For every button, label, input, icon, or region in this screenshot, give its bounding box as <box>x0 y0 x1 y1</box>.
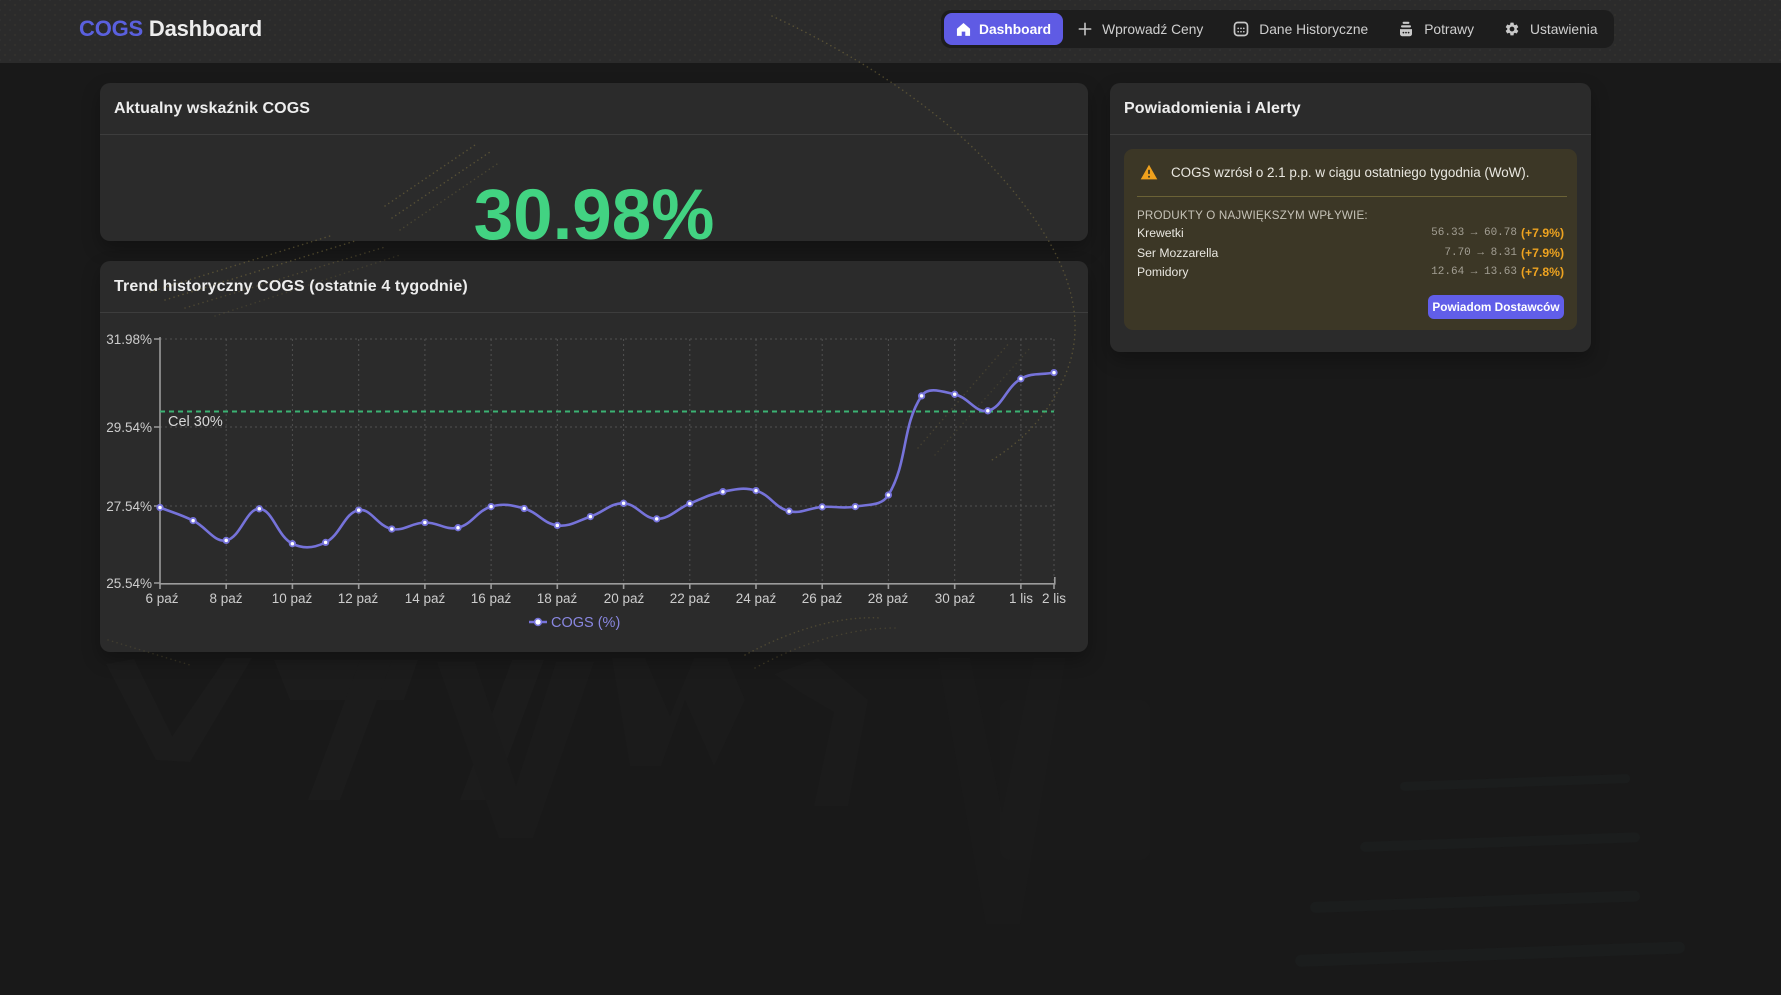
svg-text:30 paź: 30 paź <box>935 591 976 606</box>
svg-text:1 lis: 1 lis <box>1009 591 1033 606</box>
svg-text:25.54%: 25.54% <box>106 576 152 591</box>
svg-text:10 paź: 10 paź <box>272 591 313 606</box>
svg-text:12 paź: 12 paź <box>338 591 379 606</box>
svg-text:28 paź: 28 paź <box>868 591 909 606</box>
svg-text:24 paź: 24 paź <box>736 591 777 606</box>
svg-text:31.98%: 31.98% <box>106 332 152 347</box>
svg-text:16 paź: 16 paź <box>471 591 512 606</box>
svg-text:27.54%: 27.54% <box>106 499 152 514</box>
svg-text:18 paź: 18 paź <box>537 591 578 606</box>
svg-text:22 paź: 22 paź <box>670 591 711 606</box>
svg-text:Cel 30%: Cel 30% <box>168 414 223 430</box>
svg-text:26 paź: 26 paź <box>802 591 843 606</box>
svg-text:2 lis: 2 lis <box>1042 591 1066 606</box>
svg-text:20 paź: 20 paź <box>604 591 645 606</box>
svg-text:29.54%: 29.54% <box>106 420 152 435</box>
svg-text:8 paź: 8 paź <box>209 591 242 606</box>
svg-text:14 paź: 14 paź <box>405 591 446 606</box>
svg-text:COGS (%): COGS (%) <box>551 615 620 631</box>
svg-text:6 paź: 6 paź <box>145 591 178 606</box>
